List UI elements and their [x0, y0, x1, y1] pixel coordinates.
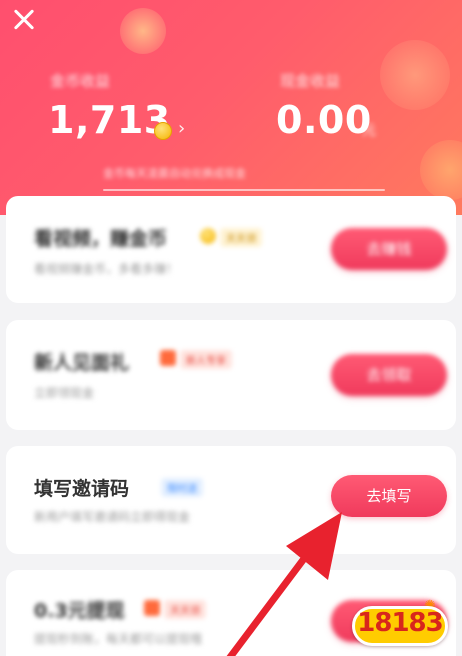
task-badge: 天天领	[220, 228, 262, 247]
cash-unit: 元	[362, 123, 376, 139]
coin-icon	[200, 228, 216, 244]
task-title: 填写邀请码	[34, 478, 130, 500]
decor-glow	[120, 8, 166, 54]
claim-button[interactable]: 去领取	[331, 354, 447, 396]
logo-text: 18183	[357, 608, 443, 638]
task-badge: 新人专享	[180, 350, 232, 369]
task-card-invite-code: 填写邀请码 限时送 新用户填写邀请码立即得现金 去填写	[6, 446, 456, 554]
notice-divider	[103, 189, 385, 191]
close-icon[interactable]	[8, 4, 40, 36]
gift-icon	[160, 350, 176, 366]
task-card-newbie-gift: 新人见面礼 新人专享 立即领现金 去领取	[6, 320, 456, 430]
task-badge: 天天领	[164, 600, 206, 619]
decor-glow	[380, 40, 450, 110]
task-subtitle: 新用户填写邀请码立即得现金	[34, 510, 191, 524]
task-subtitle: 立即领现金	[34, 386, 95, 400]
task-title: 新人见面礼	[34, 352, 130, 374]
task-title: 看视频，赚金币	[34, 228, 168, 250]
chevron-right-icon[interactable]: ›	[178, 118, 185, 139]
decor-glow	[420, 140, 462, 200]
cash-earnings-value[interactable]: 0.00	[276, 98, 372, 142]
earn-button[interactable]: 去赚钱	[331, 228, 447, 270]
gift-icon	[144, 600, 160, 616]
coin-earnings-value[interactable]: 1,713	[48, 98, 171, 142]
watermark-logo: ✺ 18183	[352, 598, 450, 648]
task-title: 0.3元提现	[34, 600, 125, 622]
task-subtitle: 看视频赚金币，多看多赚！	[34, 262, 179, 276]
coin-icon	[154, 122, 172, 140]
task-card-watch-video: 看视频，赚金币 天天领 看视频赚金币，多看多赚！ 去赚钱	[6, 196, 456, 303]
coin-earnings-label: 金币收益	[50, 72, 111, 90]
exchange-notice: 金币每天凌晨自动兑换成现金	[103, 167, 246, 180]
fill-invite-code-button[interactable]: 去填写	[331, 475, 447, 517]
task-subtitle: 提现秒到账，每天都可以提现哦	[34, 632, 203, 646]
earnings-header: 金币收益 1,713 › 现金收益 0.00 元 金币每天凌晨自动兑换成现金	[0, 0, 462, 215]
cash-earnings-label: 现金收益	[280, 72, 341, 90]
task-badge: 限时送	[161, 478, 203, 497]
